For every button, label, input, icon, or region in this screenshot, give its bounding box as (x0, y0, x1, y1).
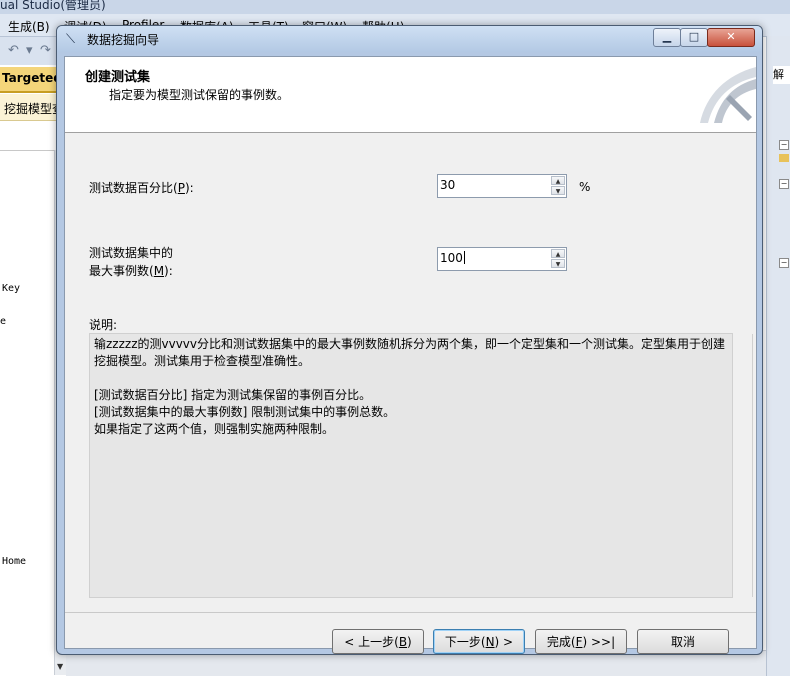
description-box: 输zzzzz的测vvvvv分比和测试数据集中的最大事例数随机拆分为两个集，即一个… (89, 333, 753, 598)
test-percent-label-suffix: ): (184, 181, 194, 195)
dialog-title: 数据挖掘向导 (87, 33, 160, 47)
back-accesskey: B (398, 635, 408, 649)
minimize-button[interactable]: ▁ (653, 28, 681, 47)
max-cases-label-text: 最大事例数( (89, 264, 154, 278)
test-percent-label-text: 测试数据百分比( (89, 181, 178, 195)
close-button[interactable]: ✕ (707, 28, 755, 47)
test-percent-value[interactable]: 30 (440, 178, 455, 192)
description-scroll-divider (752, 334, 753, 597)
spin-up-icon[interactable]: ▲ (551, 176, 565, 185)
description-label: 说明: (89, 318, 118, 332)
max-cases-accesskey: M (153, 264, 165, 278)
code-text-home: Home (2, 556, 27, 567)
editor-divider (0, 150, 56, 151)
description-line: 如果指定了这两个值，则强制实施两种限制。 (94, 422, 335, 436)
undo-icon[interactable]: ↶ (8, 43, 19, 58)
wizard-app-icon: ⟍ (66, 32, 76, 47)
finish-button-label: 完成( (546, 635, 576, 649)
redo-icon[interactable]: ↷ (40, 43, 51, 58)
code-text-key: Key (2, 283, 21, 294)
tree-collapse-icon[interactable]: − (779, 258, 789, 268)
ide-title-bar: ual Studio(管理员) (0, 0, 790, 14)
finish-button-suffix: ) >>| (582, 635, 616, 649)
description-line: [测试数据集中的最大事例数] 限制测试集中的事例总数。 (94, 405, 396, 419)
button-area-separator (65, 612, 756, 613)
max-cases-spinbox[interactable]: 100 ▲ ▼ (437, 247, 567, 271)
max-cases-value: 100 (440, 251, 463, 265)
test-percent-accesskey: P (177, 181, 185, 195)
test-percent-spinner: ▲ ▼ (551, 176, 565, 196)
wizard-header: 创建测试集 指定要为模型测试保留的事例数。 (65, 57, 756, 133)
back-button[interactable]: < 上一步(B) (332, 629, 424, 654)
page-subtitle: 指定要为模型测试保留的事例数。 (109, 88, 290, 102)
doc-tab-mining-model[interactable]: 挖掘模型查 (0, 94, 56, 121)
back-button-suffix: ) (407, 635, 412, 649)
page-title: 创建测试集 (85, 70, 151, 85)
dropdown-arrow-icon[interactable]: ▾ (26, 43, 33, 58)
text-caret (463, 251, 465, 264)
max-cases-label-line1: 测试数据集中的 (89, 246, 174, 260)
ide-title-text: ual Studio(管理员) (0, 0, 106, 12)
ide-toolbar: ↶ ▾ ↷ (0, 37, 60, 65)
test-percent-label: 测试数据百分比(P): (89, 179, 194, 196)
finish-button[interactable]: 完成(F) >>| (535, 629, 627, 654)
solution-explorer-panel: 解 − − − (766, 36, 790, 676)
description-line: 挖掘模型。测试集用于检查模型准确性。 (94, 354, 311, 368)
spin-down-icon[interactable]: ▼ (551, 186, 565, 195)
next-accesskey: N (485, 635, 495, 649)
tree-collapse-icon[interactable]: − (779, 140, 789, 150)
description-line: [测试数据百分比] 指定为测试集保留的事例百分比。 (94, 388, 372, 402)
scroll-down-icon[interactable]: ▼ (57, 662, 63, 671)
code-text-e: e (0, 316, 7, 327)
spin-down-icon[interactable]: ▼ (551, 259, 565, 268)
max-cases-label-suffix: ): (164, 264, 173, 278)
tree-collapse-icon[interactable]: − (779, 179, 789, 189)
spin-up-icon[interactable]: ▲ (551, 249, 565, 258)
cancel-button[interactable]: 取消 (637, 629, 729, 654)
next-button-suffix: ) > (494, 635, 514, 649)
max-cases-value-wrap[interactable]: 100 (440, 251, 465, 265)
doc-tab-mining-model-label: 挖掘模型查 (4, 102, 56, 116)
wizard-logo-icon (700, 67, 756, 123)
doc-tab-targeted-label: Targeted (2, 71, 62, 85)
back-button-label: < 上一步( (344, 635, 399, 649)
next-button[interactable]: 下一步(N) > (433, 629, 525, 654)
solution-explorer-tab[interactable]: 解 (773, 66, 790, 84)
description-line: 输zzzzz的测vvvvv分比和测试数据集中的最大事例数随机拆分为两个集，即一个… (94, 337, 726, 351)
max-cases-spinner: ▲ ▼ (551, 249, 565, 269)
dialog-client-area: 创建测试集 指定要为模型测试保留的事例数。 测试数据百分比(P): 30 ▲ ▼… (64, 56, 757, 654)
maximize-button[interactable]: □ (680, 28, 708, 47)
test-percent-spinbox[interactable]: 30 ▲ ▼ (437, 174, 567, 198)
next-button-label: 下一步( (444, 635, 486, 649)
folder-icon (779, 154, 789, 162)
percent-unit: % (579, 180, 591, 194)
menu-build[interactable]: 生成(B) (8, 18, 50, 35)
max-cases-label: 最大事例数(M): (89, 262, 173, 279)
doc-tab-targeted[interactable]: Targeted (0, 67, 62, 93)
dialog-title-bar[interactable]: ⟍ 数据挖掘向导 ▁ □ ✕ (57, 26, 762, 52)
data-mining-wizard-dialog: ⟍ 数据挖掘向导 ▁ □ ✕ 创建测试集 指定要为模型测试保留的事例数。 测试数… (56, 25, 763, 655)
